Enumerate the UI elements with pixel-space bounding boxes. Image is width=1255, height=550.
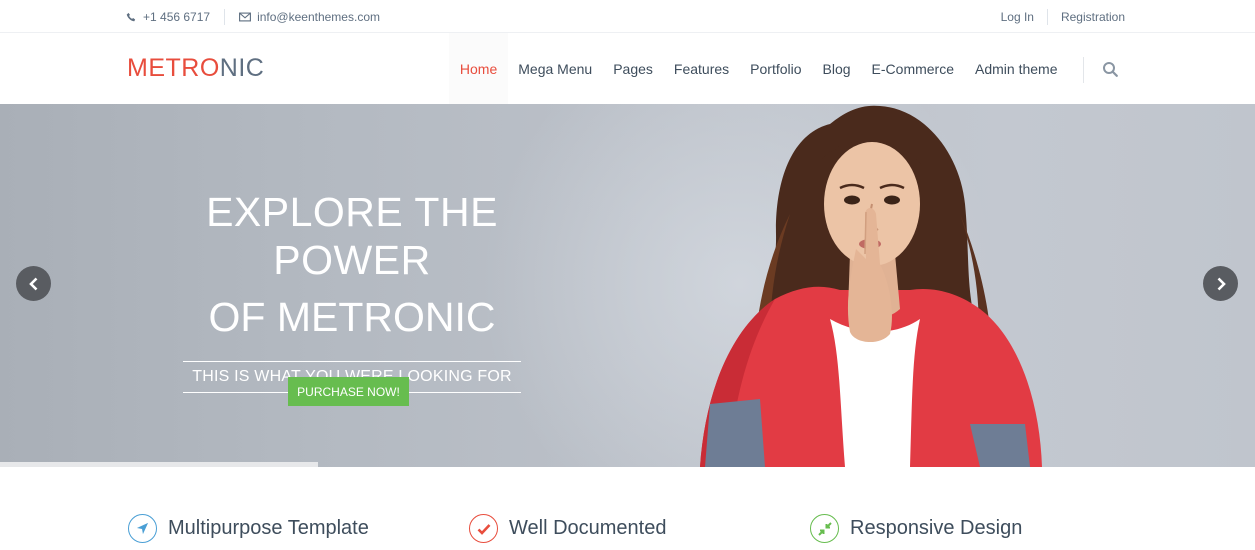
- login-link[interactable]: Log In: [1001, 10, 1034, 24]
- purchase-now-button[interactable]: PURCHASE NOW!: [288, 377, 409, 406]
- email-address[interactable]: info@keenthemes.com: [257, 10, 380, 24]
- logo-part-2: NIC: [219, 54, 265, 82]
- email-item[interactable]: info@keenthemes.com: [239, 10, 380, 24]
- chevron-left-icon: [28, 277, 37, 290]
- feature-label: Responsive Design: [850, 517, 1023, 539]
- divider: [224, 9, 226, 25]
- nav-admin-theme[interactable]: Admin theme: [965, 33, 1068, 104]
- feature-responsive: Responsive Design: [810, 514, 1022, 543]
- chevron-right-icon: [1217, 277, 1226, 290]
- slider-prev-button[interactable]: [16, 266, 51, 301]
- phone-number: +1 456 6717: [143, 10, 211, 24]
- hero-title-line-1: EXPLORE THE POWER: [206, 189, 498, 283]
- divider: [1046, 9, 1048, 25]
- logo-part-1: METRO: [127, 54, 220, 82]
- top-bar: +1 456 6717 info@keenthemes.com Log In R…: [0, 0, 1255, 33]
- location-arrow-icon: [128, 514, 157, 543]
- envelope-icon: [239, 12, 252, 22]
- feature-label: Well Documented: [509, 517, 667, 539]
- woman-image: [700, 105, 1042, 467]
- nav-home[interactable]: Home: [449, 33, 508, 104]
- hero-text: EXPLORE THE POWER OF METRONIC THIS IS WH…: [127, 188, 577, 393]
- contact-info: +1 456 6717 info@keenthemes.com: [126, 9, 380, 25]
- slider-next-button[interactable]: [1203, 266, 1238, 301]
- nav-pages[interactable]: Pages: [603, 33, 664, 104]
- compress-icon: [810, 514, 839, 543]
- logo[interactable]: METRONIC: [127, 54, 264, 83]
- nav-e-commerce[interactable]: E-Commerce: [861, 33, 964, 104]
- hero-slider: EXPLORE THE POWER OF METRONIC THIS IS WH…: [0, 104, 1255, 467]
- feature-label: Multipurpose Template: [168, 517, 369, 539]
- feature-documented: Well Documented: [469, 514, 666, 543]
- check-icon: [469, 514, 498, 543]
- hero-title-line-2: OF METRONIC: [208, 294, 496, 340]
- phone-item: +1 456 6717: [126, 10, 210, 24]
- features-section: Multipurpose Template Well Documented Re…: [0, 467, 1255, 550]
- nav-blog[interactable]: Blog: [812, 33, 861, 104]
- registration-link[interactable]: Registration: [1061, 10, 1125, 24]
- auth-links: Log In Registration: [1001, 9, 1125, 25]
- nav-mega-menu[interactable]: Mega Menu: [508, 33, 603, 104]
- nav-features[interactable]: Features: [663, 33, 739, 104]
- search-icon: [1103, 62, 1118, 77]
- main-nav: Home Mega Menu Pages Features Portfolio …: [449, 33, 1068, 104]
- feature-multipurpose: Multipurpose Template: [128, 514, 369, 543]
- search-button[interactable]: [1102, 61, 1119, 78]
- header: METRONIC Home Mega Menu Pages Features P…: [0, 33, 1255, 104]
- nav-divider: [1083, 57, 1084, 83]
- nav-portfolio[interactable]: Portfolio: [740, 33, 812, 104]
- phone-icon: [126, 12, 136, 21]
